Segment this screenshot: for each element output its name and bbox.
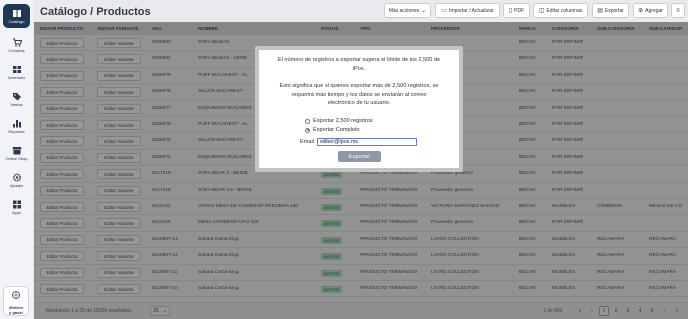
chevron-down-icon: ⌄ <box>421 8 427 14</box>
option-label: Exportar 2,500 registros <box>313 118 373 124</box>
add-button[interactable]: ⊕ Agregar <box>633 3 668 18</box>
gift-icon <box>10 287 22 305</box>
modal-message: El número de registros a exportar supera… <box>265 56 453 73</box>
sidebar-item-online-shop[interactable]: Online Shop <box>3 141 30 165</box>
email-row: Email <box>300 138 417 146</box>
sidebar-item-label: Reportes <box>8 129 25 134</box>
modal-line: electrónico de tu usuario. <box>327 100 391 106</box>
sidebar-item-label: Compras <box>8 48 25 53</box>
modal-line: Esto significa que si quieres exportar m… <box>279 83 439 89</box>
filter-icon: ≡ <box>676 7 680 14</box>
import-update-button[interactable]: ▭ Importar / Actualizar <box>435 3 500 18</box>
more-actions-button[interactable]: Más acciones ⌄ <box>384 3 431 18</box>
plus-circle-icon: ⊕ <box>638 8 644 14</box>
option-complete[interactable]: Exportar Completo <box>305 127 360 133</box>
promo-line2: y gana! <box>8 310 23 315</box>
export-icon: ▤ <box>597 8 603 14</box>
sidebar-item-ventas[interactable]: Ventas <box>3 87 30 111</box>
modal-description: Esto significa que si quieres exportar m… <box>265 82 453 108</box>
email-field[interactable] <box>317 138 417 146</box>
sidebar-item-label: Apps <box>11 210 22 215</box>
columns-icon: ◫ <box>538 8 545 14</box>
pdf-button[interactable]: ▯ PDF <box>503 3 530 18</box>
referral-promo[interactable]: ¡Refiere y gana! <box>3 286 29 316</box>
more-actions-label: Más acciones <box>388 7 420 14</box>
edit-columns-label: Editar columnas <box>546 7 583 14</box>
edit-columns-button[interactable]: ◫ Editar columnas <box>533 3 588 18</box>
sidebar-item-reportes[interactable]: Reportes <box>3 114 30 138</box>
sidebar-item-label: Ajustes <box>9 183 24 188</box>
file-icon: ▯ <box>508 8 513 14</box>
confirm-export-button[interactable]: Exportar <box>338 151 381 162</box>
sidebar-item-label: Online Shop <box>5 156 28 161</box>
export-label: Exportar <box>604 7 624 14</box>
sidebar: Catálogo Compras Inventario Ventas Repor… <box>0 0 33 319</box>
sidebar-item-label: Catálogo <box>8 19 25 24</box>
tag-icon <box>11 91 22 101</box>
bar-chart-icon <box>11 118 22 128</box>
book-icon <box>11 8 22 18</box>
sidebar-item-catalogo[interactable]: Catálogo <box>3 4 30 28</box>
export-button[interactable]: ▤ Exportar <box>592 3 629 18</box>
gear-icon <box>11 172 22 182</box>
import-label: Importar / Actualizar <box>449 7 494 14</box>
pdf-label: PDF <box>514 7 525 14</box>
add-label: Agregar <box>645 7 663 14</box>
cart-icon <box>11 37 22 47</box>
modal-line: iPos. <box>352 65 366 72</box>
radio-button[interactable] <box>305 118 310 124</box>
export-limit-modal: El número de registros a exportar supera… <box>255 46 463 172</box>
modal-line: requerirá más tiempo y los datos se envi… <box>291 91 427 98</box>
sidebar-item-inventario[interactable]: Inventario <box>3 60 30 84</box>
sidebar-item-compras[interactable]: Compras <box>3 33 30 57</box>
option-2500[interactable]: Exportar 2,500 registros <box>305 118 373 124</box>
sidebar-item-apps[interactable]: Apps <box>3 195 30 219</box>
modal-line: El número de registros a exportar supera… <box>277 57 441 63</box>
page-title: Catálogo / Productos <box>40 6 151 18</box>
filter-button[interactable]: ≡ <box>671 3 685 18</box>
import-icon: ▭ <box>441 8 448 14</box>
apps-icon <box>11 199 22 209</box>
sidebar-item-label: Ventas <box>10 102 23 107</box>
sidebar-item-ajustes[interactable]: Ajustes <box>3 168 30 192</box>
option-label: Exportar Completo <box>313 127 360 133</box>
boxes-icon <box>11 64 22 74</box>
shop-icon <box>11 145 22 155</box>
sidebar-item-label: Inventario <box>7 75 26 80</box>
email-label: Email <box>300 139 314 145</box>
radio-button-selected[interactable] <box>305 127 310 133</box>
